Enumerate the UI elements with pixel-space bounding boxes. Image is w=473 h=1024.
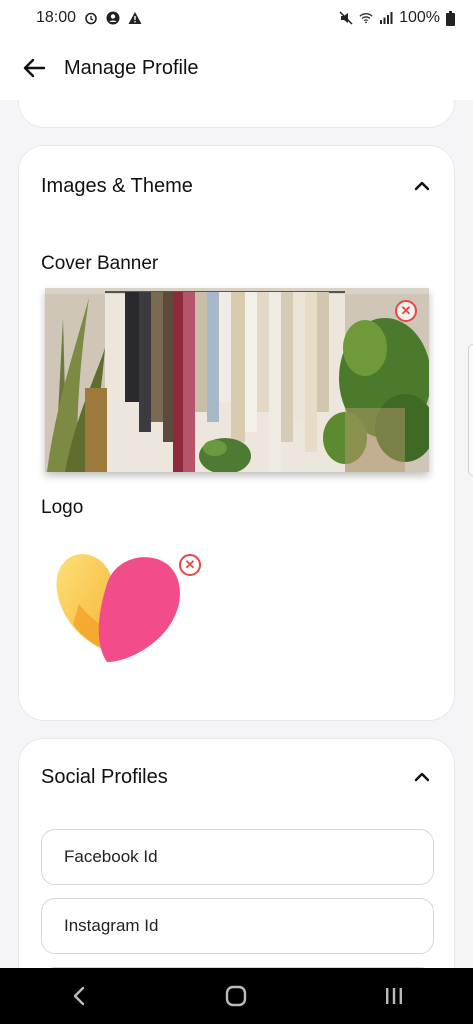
back-icon xyxy=(73,986,85,1006)
warning-icon xyxy=(128,12,142,24)
home-icon xyxy=(226,985,247,1007)
logo-label: Logo xyxy=(41,497,84,518)
mute-icon xyxy=(339,11,353,25)
nav-recents-button[interactable] xyxy=(364,976,424,1016)
instagram-id-input[interactable]: Instagram Id xyxy=(41,898,434,954)
previous-section-card xyxy=(18,100,455,128)
app-header: Manage Profile xyxy=(0,36,473,100)
instagram-id-placeholder: Instagram Id xyxy=(64,916,159,935)
facebook-id-input[interactable]: Facebook Id xyxy=(41,829,434,885)
status-time: 18:00 xyxy=(36,9,77,26)
cover-banner-image[interactable]: ✕ xyxy=(45,288,429,472)
images-section-header[interactable]: Images & Theme xyxy=(41,170,432,202)
social-section-header[interactable]: Social Profiles xyxy=(41,761,432,793)
images-theme-card: Images & Theme Cover Banner ✕ Logo ✕ xyxy=(18,145,455,721)
chevron-up-icon[interactable] xyxy=(412,767,432,787)
heart-logo-icon xyxy=(56,554,180,662)
facebook-id-placeholder: Facebook Id xyxy=(64,847,158,866)
account-icon xyxy=(106,11,120,25)
alarm-icon xyxy=(85,12,97,25)
logo-image[interactable]: ✕ xyxy=(49,544,201,668)
nav-home-button[interactable] xyxy=(206,976,266,1016)
battery-percent: 100% xyxy=(399,9,440,26)
remove-logo-button[interactable]: ✕ xyxy=(179,554,201,576)
cover-banner-label: Cover Banner xyxy=(41,253,159,274)
recents-icon xyxy=(386,988,403,1004)
scroll-handle[interactable] xyxy=(468,344,473,476)
close-icon: ✕ xyxy=(184,557,196,572)
wifi-icon xyxy=(359,13,373,24)
back-button[interactable] xyxy=(20,54,48,82)
section-title: Images & Theme xyxy=(41,174,193,197)
section-title: Social Profiles xyxy=(41,765,168,788)
chevron-up-icon[interactable] xyxy=(412,176,432,196)
nav-back-button[interactable] xyxy=(49,976,109,1016)
content-scroll[interactable]: Images & Theme Cover Banner ✕ Logo ✕ Soc… xyxy=(0,100,473,968)
system-nav-bar xyxy=(0,968,473,1024)
social-profiles-card: Social Profiles Facebook Id Instagram Id xyxy=(18,738,455,968)
signal-icon xyxy=(380,12,393,24)
close-icon: ✕ xyxy=(400,303,412,318)
remove-banner-button[interactable]: ✕ xyxy=(395,300,417,322)
banner-illustration xyxy=(45,288,429,472)
status-bar: 18:00 100% xyxy=(0,0,473,36)
page-title: Manage Profile xyxy=(64,56,199,79)
battery-icon xyxy=(446,10,455,26)
arrow-left-icon xyxy=(23,58,45,78)
